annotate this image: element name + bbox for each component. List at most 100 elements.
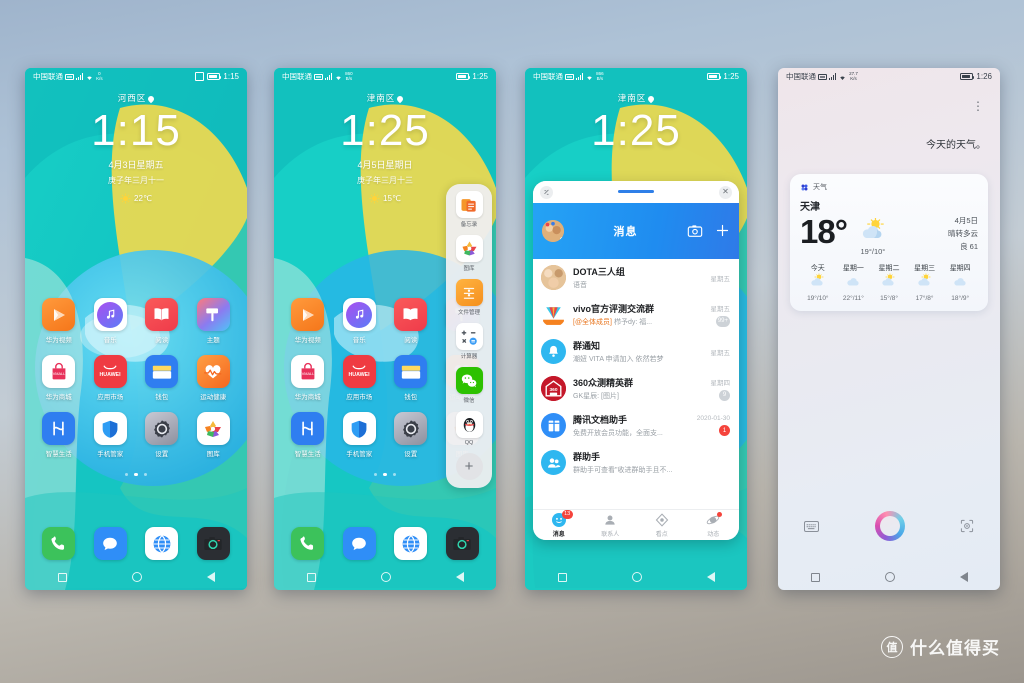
wechat-icon	[455, 367, 483, 394]
app-gallery[interactable]: 图库	[188, 412, 240, 458]
dock-camera[interactable]	[188, 527, 240, 560]
appgallery-icon: HUAWEI	[93, 355, 127, 388]
app-label: 应用市场	[346, 394, 373, 401]
dock-phone[interactable]	[282, 527, 334, 560]
keyboard-icon[interactable]	[804, 520, 819, 532]
app-huawei-video[interactable]: 华为视频	[33, 298, 85, 344]
conversation-list[interactable]: DOTA三人组 语音 星期五 vivo官方评测交流群 [@全体成员] 栉予dy:…	[533, 259, 739, 509]
back-icon[interactable]	[706, 572, 715, 582]
app-appgallery[interactable]: HUAWEI 应用市场	[85, 355, 137, 401]
app-music[interactable]: 音乐	[334, 298, 386, 344]
page-dot[interactable]	[374, 473, 378, 476]
svg-text:360: 360	[550, 387, 558, 393]
list-item[interactable]: 群助手 群助手可查看"收进群助手且不...	[533, 444, 739, 481]
weather-line: 22℃	[25, 193, 247, 204]
page-dot-active[interactable]	[383, 472, 387, 476]
dock-messages[interactable]	[85, 527, 137, 560]
weather-main: 18° 19°/10° 4月5日 晴转多云 良 61	[800, 215, 978, 256]
cloud-icon	[847, 278, 859, 286]
recent-apps-icon[interactable]	[557, 572, 567, 582]
app-smart-life[interactable]: 智慧生活	[282, 412, 334, 458]
recent-apps-icon[interactable]	[57, 572, 67, 582]
tab-messages[interactable]: 13 消息	[533, 509, 585, 540]
forecast-day-label: 星期三	[914, 265, 936, 272]
floating-app-dock[interactable]: 备忘录 图库 文件管理 计算器 微信 QQ +	[446, 184, 492, 488]
list-item[interactable]: 腾讯文档助手 免费开放会员功能，全面支... 2020-01-30 1	[533, 407, 739, 444]
tab-kandian[interactable]: 看点	[636, 510, 688, 540]
app-wallet[interactable]: 钱包	[385, 355, 437, 401]
app-music[interactable]: 音乐	[85, 298, 137, 344]
wifi-icon	[87, 75, 92, 80]
drag-handle[interactable]	[618, 190, 654, 193]
phone-manager-icon	[93, 412, 127, 445]
dock-item-gallery[interactable]: 图库	[455, 235, 483, 272]
close-icon[interactable]: ✕	[719, 185, 732, 199]
wallet-icon	[145, 355, 179, 388]
recent-apps-icon[interactable]	[810, 572, 820, 582]
app-phone-manager[interactable]: 手机管家	[85, 412, 137, 458]
page-dot[interactable]	[143, 473, 147, 476]
back-icon[interactable]	[455, 572, 464, 582]
list-item[interactable]: vivo官方评测交流群 [@全体成员] 栉予dy: 福... 星期五 99+	[533, 296, 739, 333]
window-resize-button[interactable]	[540, 185, 553, 199]
home-icon[interactable]	[884, 572, 895, 582]
tab-contacts[interactable]: 联系人	[585, 510, 637, 540]
app-vmall[interactable]: VMALL 华为商城	[33, 355, 85, 401]
app-appgallery[interactable]: HUAWEI 应用市场	[334, 355, 386, 401]
camera-icon[interactable]	[687, 224, 703, 238]
weather-card[interactable]: 天气 天津 18° 19°/10° 4月5日 晴转多云 良 61 今天 19°/…	[790, 174, 988, 311]
home-icon[interactable]	[131, 572, 142, 582]
home-icon[interactable]	[380, 572, 391, 582]
page-dot[interactable]	[125, 473, 129, 476]
dock-browser[interactable]	[136, 527, 188, 560]
app-health[interactable]: 运动健康	[188, 355, 240, 401]
qq-floating-window[interactable]: ✕ 消息 DOTA三人组 语音 星期五 vivo官方评测交流群 [@全体成员] …	[533, 181, 739, 540]
dock-phone[interactable]	[33, 527, 85, 560]
add-app-button[interactable]: +	[455, 453, 483, 480]
app-themes[interactable]: 主题	[188, 298, 240, 344]
forecast-day: 星期四 18°/9°	[942, 263, 978, 302]
dock-item-file-manager[interactable]: 文件管理	[455, 279, 483, 316]
recent-apps-icon[interactable]	[306, 572, 316, 582]
app-settings[interactable]: 设置	[136, 412, 188, 458]
carrier-label: 中国联通	[786, 72, 816, 81]
list-item[interactable]: 群通知 潮妞 VITA 申请加入 依然若梦 星期五	[533, 333, 739, 370]
watermark-badge: 值	[881, 635, 903, 658]
page-dot-active[interactable]	[134, 472, 138, 476]
app-settings[interactable]: 设置	[385, 412, 437, 458]
weather-source-icon	[801, 184, 808, 190]
back-icon[interactable]	[959, 572, 968, 582]
settings-icon	[145, 412, 179, 445]
dock-camera[interactable]	[437, 527, 489, 560]
assistant-orb-icon[interactable]	[874, 511, 905, 541]
list-item[interactable]: DOTA三人组 语音 星期五	[533, 259, 739, 296]
dock-item-calculator[interactable]: 计算器	[455, 323, 483, 360]
plus-icon[interactable]	[715, 223, 730, 238]
app-huawei-video[interactable]: 华为视频	[282, 298, 334, 344]
clock-text: 1:15	[91, 106, 181, 155]
dock-item-qq[interactable]: QQ	[455, 411, 483, 446]
avatar[interactable]	[542, 219, 564, 242]
list-item[interactable]: 360 360众测精英群 GK星辰: [图片] 星期四 9	[533, 370, 739, 407]
dock-item-wechat[interactable]: 微信	[455, 367, 483, 404]
app-phone-manager[interactable]: 手机管家	[334, 412, 386, 458]
app-smart-life[interactable]: 智慧生活	[33, 412, 85, 458]
home-icon[interactable]	[631, 572, 642, 582]
tab-moments[interactable]: 动态	[688, 510, 740, 540]
back-icon[interactable]	[206, 572, 215, 582]
app-reading[interactable]: 阅读	[385, 298, 437, 344]
dock-item-notepad[interactable]: 备忘录	[455, 191, 483, 228]
app-vmall[interactable]: VMALL 华为商城	[282, 355, 334, 401]
conversation-preview: 免费开放会员功能，全面支...	[573, 430, 663, 437]
app-reading[interactable]: 阅读	[136, 298, 188, 344]
qq-bottom-tabs: 13 消息 联系人 看点 动态	[533, 509, 739, 540]
conversation-preview: GK星辰: [图片]	[573, 393, 619, 400]
app-wallet[interactable]: 钱包	[136, 355, 188, 401]
more-vertical-icon[interactable]: ⋮	[972, 100, 984, 112]
scan-icon[interactable]	[960, 519, 974, 533]
dock-browser[interactable]	[385, 527, 437, 560]
list-item-meta: 星期五	[711, 273, 731, 283]
window-handle-bar[interactable]: ✕	[533, 181, 739, 203]
page-dot[interactable]	[392, 473, 396, 476]
dock-messages[interactable]	[334, 527, 386, 560]
